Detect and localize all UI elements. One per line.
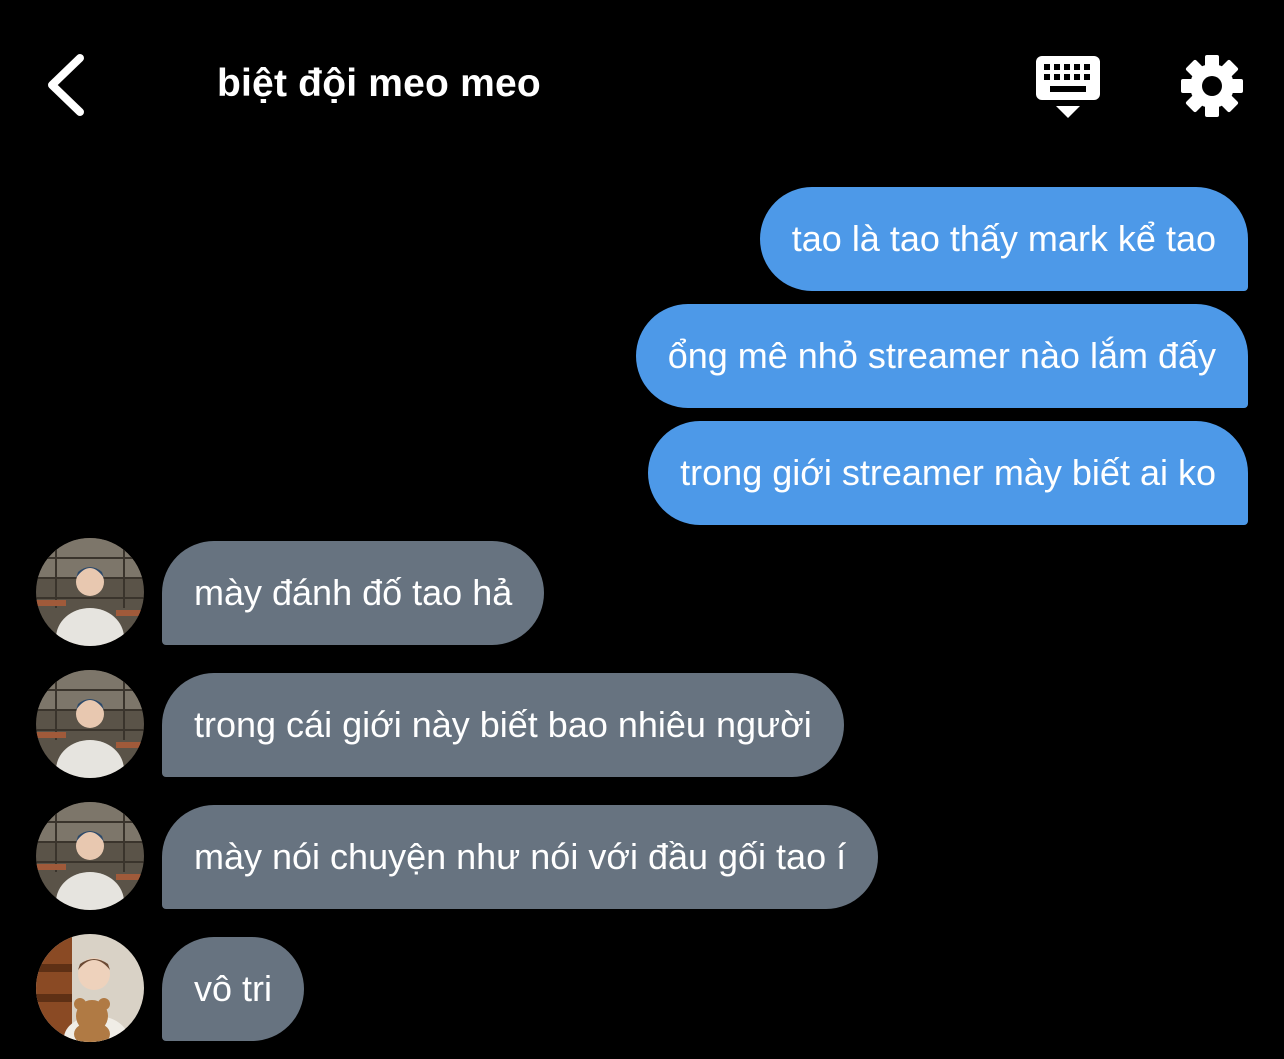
keyboard-icon	[1036, 56, 1100, 118]
message-bubble-outgoing[interactable]: trong giới streamer mày biết ai ko	[648, 421, 1248, 525]
avatar-photo-icon	[36, 802, 144, 910]
chat-header: biệt đội meo meo	[0, 0, 1284, 170]
avatar-photo-icon	[36, 538, 144, 646]
chat-title: biệt đội meo meo	[217, 62, 541, 105]
avatar-white-hoodie[interactable]	[36, 670, 144, 778]
avatar-photo-icon	[36, 934, 144, 1042]
back-button[interactable]	[40, 50, 100, 120]
avatar-teddy-bear[interactable]	[36, 934, 144, 1042]
message-bubble-incoming[interactable]: vô tri	[162, 937, 305, 1041]
message-bubble-outgoing[interactable]: tao là tao thấy mark kể tao	[759, 187, 1248, 291]
keyboard-button[interactable]	[1034, 54, 1102, 120]
avatar-white-hoodie[interactable]	[36, 538, 144, 646]
settings-button[interactable]	[1180, 54, 1244, 118]
gear-icon	[1181, 55, 1243, 117]
chevron-left-icon	[48, 54, 84, 116]
message-bubble-incoming[interactable]: mày nói chuyện như nói với đầu gối tao í	[162, 805, 879, 909]
avatar-white-hoodie[interactable]	[36, 802, 144, 910]
message-bubble-incoming[interactable]: trong cái giới này biết bao nhiêu người	[162, 673, 844, 777]
message-bubble-outgoing[interactable]: ổng mê nhỏ streamer nào lắm đấy	[635, 304, 1248, 408]
message-bubble-incoming[interactable]: mày đánh đố tao hả	[162, 541, 545, 645]
avatar-photo-icon	[36, 670, 144, 778]
